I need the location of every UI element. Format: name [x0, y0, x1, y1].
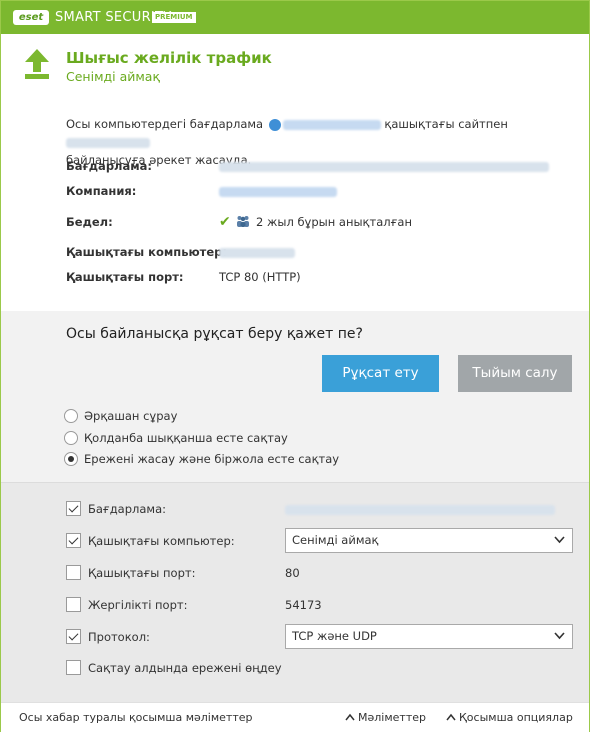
chevron-up-icon — [345, 713, 355, 721]
edition-badge: PREMIUM — [152, 12, 196, 23]
radio-always-ask[interactable]: Әрқашан сұрау — [64, 408, 324, 424]
connection-alert-window: eset SMART SECURITY PREMIUM Шығыс желілі… — [0, 0, 590, 732]
rule-protocol-row: Протокол: TCP және UDP — [66, 624, 576, 654]
rule-remote-port-row: Қашықтағы порт: 80 — [66, 565, 576, 581]
more-info-link[interactable]: Осы хабар туралы қосымша мәліметтер — [19, 703, 253, 732]
footer: Осы хабар туралы қосымша мәліметтер Мәлі… — [1, 702, 589, 732]
rule-edit-before-save-row: Сақтау алдында ережені өңдеу — [66, 660, 576, 676]
rule-program-path-redacted — [285, 504, 555, 515]
details-link[interactable]: Мәліметтер — [345, 703, 426, 732]
users-icon — [237, 216, 250, 227]
detail-reputation: Бедел: ✔ 2 жыл бұрын анықталған — [66, 214, 412, 230]
rule-options: Бағдарлама: Қашықтағы компьютер: Сенімді… — [1, 482, 589, 702]
desc-text-1: Осы компьютердегі бағдарлама — [66, 117, 264, 131]
protocol-checkbox[interactable] — [66, 629, 81, 644]
alert-details: Шығыс желілік трафик Сенімді аймақ Осы к… — [1, 34, 589, 311]
detail-company: Компания: — [66, 183, 566, 199]
alert-zone: Сенімді аймақ — [66, 69, 161, 84]
radio-remember-until-exit[interactable]: Қолданба шыққанша есте сақтау — [64, 430, 324, 446]
program-checkbox[interactable] — [66, 501, 81, 516]
rule-program-row: Бағдарлама: — [66, 501, 576, 517]
radio-button[interactable] — [64, 431, 78, 445]
protocol-select[interactable]: TCP және UDP — [285, 624, 573, 649]
chevron-up-icon — [446, 713, 456, 721]
program-name-redacted — [282, 119, 381, 130]
detail-program: Бағдарлама: — [66, 158, 566, 174]
detail-remote-computer: Қашықтағы компьютер: — [66, 244, 566, 260]
alert-title: Шығыс желілік трафик — [66, 49, 272, 67]
radio-create-rule[interactable]: Ережені жасау және біржола есте сақтау — [64, 451, 339, 467]
remote-computer-select[interactable]: Сенімді аймақ — [285, 528, 573, 553]
rule-local-port-row: Жергілікті порт: 54173 — [66, 597, 576, 613]
radio-button-selected[interactable] — [64, 452, 78, 466]
advanced-options-link[interactable]: Қосымша опциялар — [446, 703, 573, 732]
company-link-redacted[interactable] — [219, 186, 337, 197]
chevron-down-icon — [554, 536, 565, 544]
deny-button[interactable]: Тыйым салу — [458, 355, 572, 392]
desc-text-2: қашықтағы сайтпен — [384, 117, 508, 131]
action-prompt: Осы байланысқа рұқсат беру қажет пе? Рұқ… — [1, 311, 589, 482]
remote-computer-redacted — [219, 247, 295, 258]
allow-button[interactable]: Рұқсат ету — [322, 355, 439, 392]
title-bar: eset SMART SECURITY PREMIUM — [1, 1, 589, 34]
detail-remote-port: Қашықтағы порт: TCP 80 (HTTP) — [66, 270, 301, 284]
radio-button[interactable] — [64, 409, 78, 423]
remote-port-checkbox[interactable] — [66, 565, 81, 580]
browser-app-icon — [268, 118, 281, 131]
edit-rule-checkbox[interactable] — [66, 660, 81, 675]
reputation-value: 2 жыл бұрын анықталған — [256, 215, 412, 229]
check-icon: ✔ — [219, 214, 231, 230]
eset-logo: eset — [13, 10, 49, 25]
rule-remote-computer-row: Қашықтағы компьютер: Сенімді аймақ — [66, 528, 576, 558]
remote-address-redacted — [66, 137, 150, 148]
chevron-down-icon — [554, 632, 565, 640]
local-port-checkbox[interactable] — [66, 597, 81, 612]
prompt-question: Осы байланысқа рұқсат беру қажет пе? — [66, 326, 363, 342]
upload-arrow-icon — [25, 49, 49, 79]
program-path-redacted — [219, 161, 549, 172]
remote-computer-checkbox[interactable] — [66, 533, 81, 548]
